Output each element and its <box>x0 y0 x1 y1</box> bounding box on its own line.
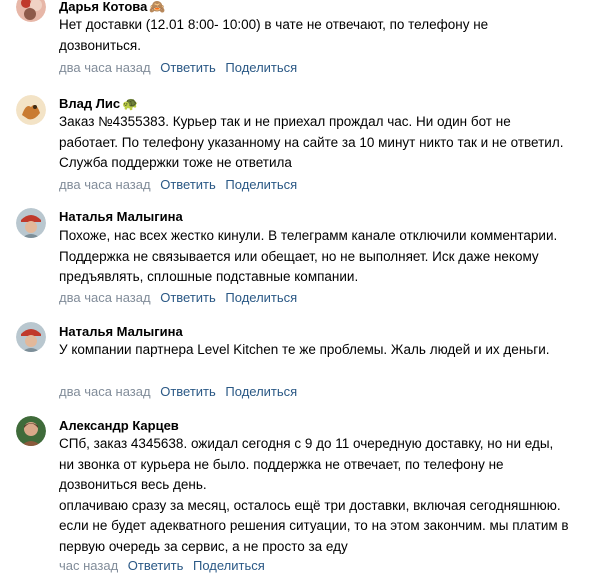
share-button[interactable]: Поделиться <box>225 177 297 192</box>
avatar[interactable] <box>16 208 46 238</box>
avatar[interactable] <box>16 322 46 352</box>
comment-time[interactable]: два часа назад <box>59 60 151 75</box>
comment-meta: два часа назад Ответить Поделиться <box>59 60 303 76</box>
author-name[interactable]: Влад Лис <box>59 96 120 111</box>
comment-time[interactable]: два часа назад <box>59 290 151 305</box>
comment-author[interactable]: Наталья Малыгина <box>59 324 183 340</box>
comment-meta: час назад Ответить Поделиться <box>59 558 271 574</box>
share-button[interactable]: Поделиться <box>225 290 297 305</box>
comment-meta: два часа назад Ответить Поделиться <box>59 384 303 400</box>
comment-author[interactable]: Дарья Котова 🙈 <box>59 0 166 15</box>
comment-text: Похоже, нас всех жестко кинули. В телегр… <box>59 228 558 284</box>
comment-time[interactable]: час назад <box>59 558 118 573</box>
comment-meta: два часа назад Ответить Поделиться <box>59 290 303 306</box>
share-button[interactable]: Поделиться <box>225 384 297 399</box>
comment-text: Нет доставки (12.01 8:00- 10:00) в чате … <box>59 17 489 53</box>
share-button[interactable]: Поделиться <box>193 558 265 573</box>
reply-button[interactable]: Ответить <box>160 60 216 75</box>
reply-button[interactable]: Ответить <box>160 384 216 399</box>
comment-time[interactable]: два часа назад <box>59 384 151 399</box>
comment-time[interactable]: два часа назад <box>59 177 151 192</box>
reply-button[interactable]: Ответить <box>160 290 216 305</box>
comment-text: СПб, заказ 4345638. ожидал сегодня с 9 д… <box>59 436 569 554</box>
avatar[interactable] <box>16 0 46 22</box>
comment-author[interactable]: Александр Карцев <box>59 418 179 434</box>
reply-button[interactable]: Ответить <box>160 177 216 192</box>
comment-author[interactable]: Влад Лис 🐢 <box>59 96 138 112</box>
comment-author[interactable]: Наталья Малыгина <box>59 209 183 225</box>
avatar[interactable] <box>16 416 46 446</box>
avatar[interactable] <box>16 95 46 125</box>
comment-text: У компании партнера Level Kitchen те же … <box>59 342 550 357</box>
emoji-icon: 🐢 <box>122 96 139 111</box>
author-name[interactable]: Дарья Котова <box>59 0 147 14</box>
emoji-icon: 🙈 <box>149 0 166 14</box>
share-button[interactable]: Поделиться <box>225 60 297 75</box>
comment-meta: два часа назад Ответить Поделиться <box>59 177 303 193</box>
reply-button[interactable]: Ответить <box>128 558 184 573</box>
comment-text: Заказ №4355383. Курьер так и не приехал … <box>59 114 564 170</box>
